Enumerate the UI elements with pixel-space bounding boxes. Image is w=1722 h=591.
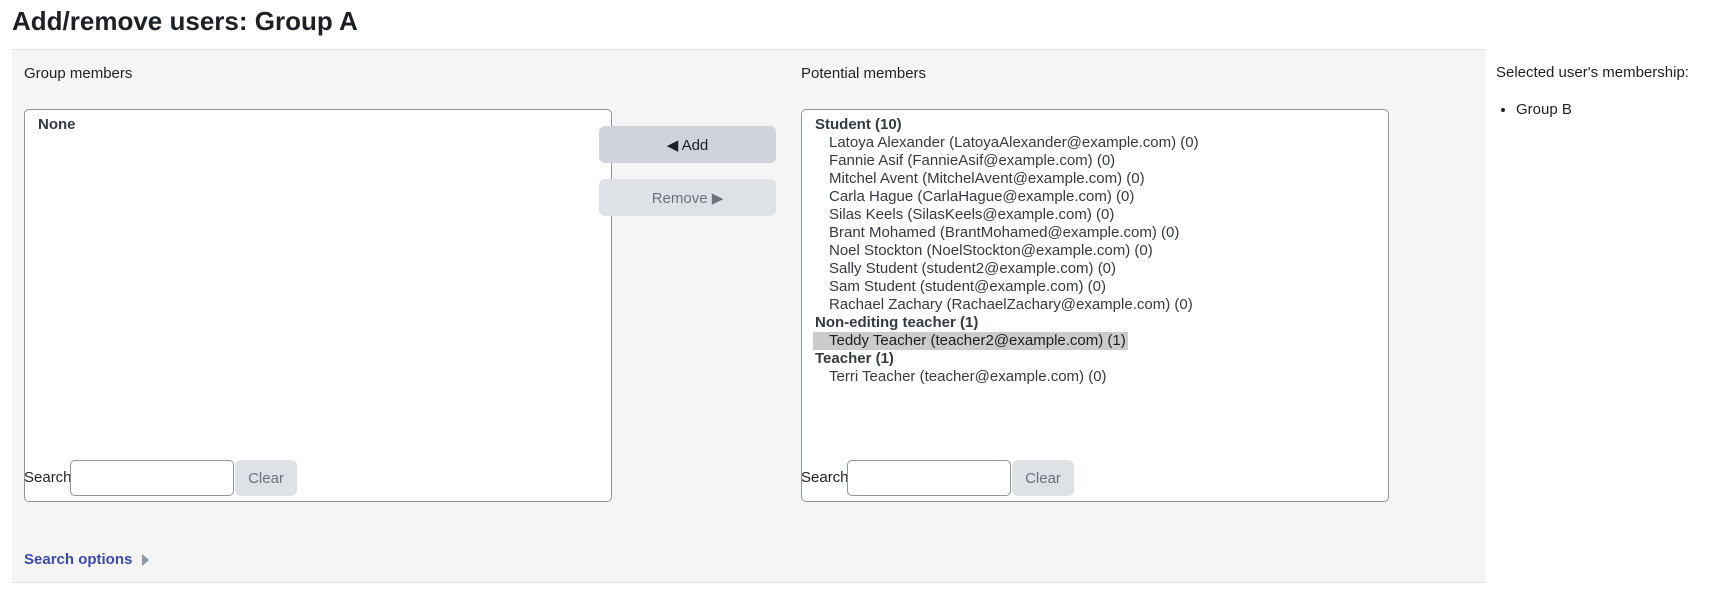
group-members-form: Group members None ◀ Add Remove ▶ Potent… bbox=[12, 49, 1486, 583]
user-option[interactable]: Brant Mohamed (BrantMohamed@example.com)… bbox=[813, 224, 1181, 242]
user-option[interactable]: Sam Student (student@example.com) (0) bbox=[813, 278, 1108, 296]
membership-label: Selected user's membership: bbox=[1496, 64, 1689, 81]
caret-right-icon bbox=[142, 553, 150, 566]
user-option[interactable]: Terri Teacher (teacher@example.com) (0) bbox=[813, 368, 1109, 386]
user-option[interactable]: Fannie Asif (FannieAsif@example.com) (0) bbox=[813, 152, 1117, 170]
optgroup-label: Teacher (1) bbox=[815, 350, 894, 367]
optgroup-label: Student (10) bbox=[815, 116, 902, 133]
search-options-link[interactable]: Search options bbox=[24, 551, 150, 568]
user-option[interactable]: Mitchel Avent (MitchelAvent@example.com)… bbox=[813, 170, 1147, 188]
potential-members-listbox[interactable]: Student (10) Latoya Alexander (LatoyaAlex… bbox=[801, 109, 1389, 502]
group-members-empty: None bbox=[38, 116, 76, 133]
potential-members-search-input[interactable] bbox=[847, 460, 1011, 496]
potential-members-clear-button[interactable]: Clear bbox=[1012, 460, 1074, 496]
add-button[interactable]: ◀ Add bbox=[599, 126, 776, 163]
user-option[interactable]: Noel Stockton (NoelStockton@example.com)… bbox=[813, 242, 1155, 260]
group-members-listbox[interactable]: None bbox=[24, 109, 612, 502]
group-members-search-input[interactable] bbox=[70, 460, 234, 496]
optgroup-label: Non-editing teacher (1) bbox=[815, 314, 979, 331]
user-option[interactable]: Silas Keels (SilasKeels@example.com) (0) bbox=[813, 206, 1116, 224]
user-option[interactable]: Carla Hague (CarlaHague@example.com) (0) bbox=[813, 188, 1136, 206]
group-members-search-label: Search bbox=[24, 469, 72, 486]
search-options-label: Search options bbox=[24, 551, 133, 568]
potential-members-label: Potential members bbox=[801, 65, 927, 82]
user-option[interactable]: Sally Student (student2@example.com) (0) bbox=[813, 260, 1118, 278]
group-members-clear-button[interactable]: Clear bbox=[235, 460, 297, 496]
remove-button[interactable]: Remove ▶ bbox=[599, 179, 776, 216]
user-option[interactable]: Rachael Zachary (RachaelZachary@example.… bbox=[813, 296, 1195, 314]
potential-members-search-label: Search bbox=[801, 469, 849, 486]
user-option[interactable]: Latoya Alexander (LatoyaAlexander@exampl… bbox=[813, 134, 1201, 152]
membership-list: Group B bbox=[1496, 101, 1572, 118]
group-members-label: Group members bbox=[24, 65, 133, 82]
membership-item: Group B bbox=[1516, 101, 1572, 118]
user-option[interactable]: Teddy Teacher (teacher2@example.com) (1) bbox=[813, 332, 1128, 350]
page-title: Add/remove users: Group A bbox=[12, 6, 358, 36]
